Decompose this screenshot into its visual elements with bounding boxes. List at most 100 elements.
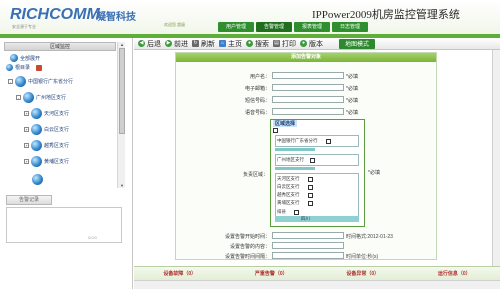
region-required: *必填: [368, 170, 380, 176]
refresh-tree-icon[interactable]: [36, 64, 43, 71]
region-item-label: 排县: [277, 209, 286, 214]
back-button[interactable]: ◀ 后退: [138, 39, 161, 49]
refresh-button[interactable]: ↻ 刷新: [192, 39, 215, 49]
status-device-fault[interactable]: 设备故障（0）: [163, 270, 196, 277]
scroll-thumb[interactable]: [119, 48, 125, 134]
region-item-sichuan[interactable]: 四川: [301, 216, 310, 222]
content-input[interactable]: [272, 242, 344, 249]
home-icon: ⌂: [219, 40, 226, 47]
region-item-gz[interactable]: 广州地区支行: [277, 157, 315, 163]
tree-label: 天河区支行: [44, 111, 70, 117]
nav-user-management[interactable]: 用户管理: [218, 22, 254, 32]
checkbox[interactable]: [307, 200, 313, 206]
home-label: 主页: [228, 40, 242, 48]
status-critical-alarm[interactable]: 严重告警（0）: [255, 270, 288, 277]
collapse-icon[interactable]: -: [16, 95, 21, 100]
expand-icon[interactable]: +: [24, 143, 29, 148]
checkbox[interactable]: [307, 184, 313, 190]
region-item-label: 四川: [301, 216, 310, 221]
globe-icon: [10, 54, 18, 62]
header: RICHCOMM 凝智科技 安全源于专业 欢迎您 超级 IPPower2009机…: [0, 0, 500, 34]
region-item-paixian[interactable]: 排县: [277, 209, 299, 215]
alarm-footer: 0/0/0: [88, 235, 97, 240]
print-label: 打印: [282, 40, 296, 48]
region-item-huangpu[interactable]: 黄埔区支行: [277, 200, 313, 206]
tree-root[interactable]: 根目录: [6, 64, 43, 71]
region-item-yuexiu[interactable]: 越秀区支行: [277, 192, 313, 198]
checkbox[interactable]: [307, 192, 313, 198]
expand-icon[interactable]: +: [24, 159, 29, 164]
toolbar: ◀ 后退 ▶ 前进 ↻ 刷新 ⌂ 主页 ● 搜索 ▤ 打印 ● 版本 地图模式: [134, 38, 500, 50]
top-nav: 用户管理 告警管理 报表管理 日志管理: [218, 22, 368, 32]
region-item-label: 天河区支行: [277, 176, 300, 181]
collapse-icon[interactable]: -: [8, 79, 13, 84]
main-panel: 添加告警对象 用户名： *必填 电子邮箱： *必填 短信号码： *必填 语音号码…: [134, 50, 500, 266]
search-button[interactable]: ● 搜索: [246, 39, 269, 49]
horizontal-scrollbar[interactable]: [134, 280, 500, 289]
scroll-up-icon[interactable]: ▲: [119, 42, 125, 47]
map-mode-button[interactable]: 地图模式: [339, 38, 376, 49]
back-icon: ◀: [138, 40, 145, 47]
tree-item-gz-branch[interactable]: - 广州地区支行: [16, 92, 66, 103]
checkbox[interactable]: [325, 138, 331, 144]
tree-item-baiyun[interactable]: + 白云区支行: [24, 124, 69, 135]
expand-icon[interactable]: +: [24, 111, 29, 116]
region-item-label: 越秀区支行: [277, 192, 300, 197]
expand-icon[interactable]: +: [24, 127, 29, 132]
search-label: 搜索: [255, 40, 269, 48]
voice-input[interactable]: [272, 108, 344, 115]
tree-item-tianhe[interactable]: + 天河区支行: [24, 108, 69, 119]
region-select-box: 区域选择 中国银行广东省分行 广州地区支行 天河区支行 白云区支行 越秀区支行 …: [270, 119, 365, 227]
region-item-label: 中国银行广东省分行: [277, 138, 318, 143]
checkbox[interactable]: [273, 128, 278, 133]
tree-label: 全部展开: [20, 55, 41, 62]
checkbox[interactable]: [310, 157, 315, 163]
email-label: 电子邮箱：: [244, 86, 270, 92]
tree-expand-all[interactable]: 全部展开: [10, 54, 40, 62]
region-label: 负责区域：: [242, 172, 268, 178]
region-item-gd[interactable]: 中国银行广东省分行: [277, 138, 331, 144]
region-item-tianhe[interactable]: 天河区支行: [277, 176, 313, 182]
tree-item-huangpu[interactable]: + 黄埔区支行: [24, 156, 69, 167]
sms-input[interactable]: [272, 96, 344, 103]
tree-scrollbar[interactable]: ▲ ▼: [117, 42, 125, 188]
nav-alarm-management[interactable]: 告警管理: [256, 22, 292, 32]
version-button[interactable]: ● 版本: [300, 39, 323, 49]
region-tree: 全部展开 根目录 - 中国银行广东省分行 - 广州地区支行 + 天河区支行 + …: [4, 52, 116, 188]
tree-label: 根目录: [15, 65, 31, 71]
globe-icon: [32, 174, 43, 185]
print-icon: ▤: [273, 40, 280, 47]
globe-icon: [15, 76, 26, 87]
nav-log-management[interactable]: 日志管理: [332, 22, 368, 32]
username-input[interactable]: [272, 72, 344, 79]
nav-report-management[interactable]: 报表管理: [294, 22, 330, 32]
checkbox[interactable]: [307, 176, 313, 182]
home-button[interactable]: ⌂ 主页: [219, 39, 242, 49]
checkbox[interactable]: [294, 209, 299, 215]
add-alarm-target-form: 添加告警对象 用户名： *必填 电子邮箱： *必填 短信号码： *必填 语音号码…: [175, 52, 437, 260]
tree-item-gd-branch[interactable]: - 中国银行广东省分行: [8, 76, 73, 87]
interval-hint: 时间单位:秒(s): [346, 254, 379, 260]
tree-label: 越秀区支行: [44, 143, 70, 149]
tree-item-more[interactable]: [24, 174, 43, 185]
region-item-label: 广州地区支行: [277, 157, 304, 162]
status-device-abnormal[interactable]: 设备异常（0）: [346, 270, 379, 277]
search-icon: ●: [246, 40, 253, 47]
scroll-down-icon[interactable]: ▼: [119, 183, 125, 188]
print-button[interactable]: ▤ 打印: [273, 39, 296, 49]
forward-button[interactable]: ▶ 前进: [165, 39, 188, 49]
interval-input[interactable]: [272, 252, 344, 259]
main-scrollbar[interactable]: [492, 50, 500, 266]
start-time-input[interactable]: [272, 232, 344, 239]
region-root-checkbox-row[interactable]: [273, 128, 278, 133]
folder-icon: [6, 64, 13, 71]
back-label: 后退: [147, 40, 161, 48]
username-required: *必填: [346, 74, 358, 80]
alarm-record-button[interactable]: 告警记录: [6, 195, 52, 205]
forward-label: 前进: [174, 40, 188, 48]
start-time-hint: 时间格式:2012-01-23: [346, 234, 393, 240]
email-input[interactable]: [272, 84, 344, 91]
status-run-info[interactable]: 运行信息（0）: [438, 270, 471, 277]
tree-item-yuexiu[interactable]: + 越秀区支行: [24, 140, 69, 151]
region-item-baiyun[interactable]: 白云区支行: [277, 184, 313, 190]
